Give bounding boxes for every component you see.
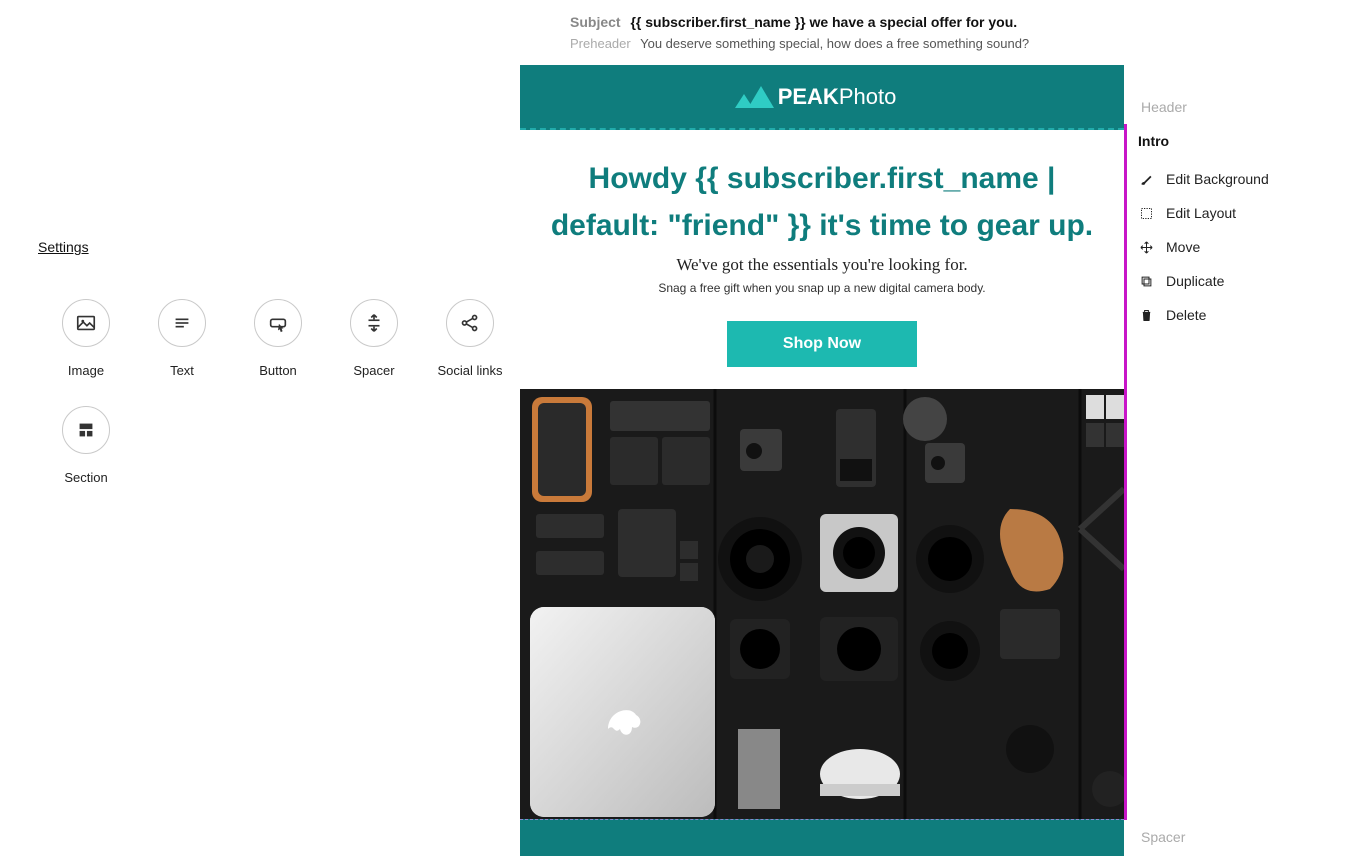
social-icon	[446, 299, 494, 347]
palette-button[interactable]: Button	[230, 299, 326, 378]
intro-headline: Howdy {{ subscriber.first_name | default…	[534, 156, 1110, 249]
duplicate-action[interactable]: Duplicate	[1127, 264, 1370, 298]
preheader-row[interactable]: Preheader You deserve something special,…	[520, 36, 1124, 65]
grid-icon	[1139, 206, 1154, 221]
email-canvas[interactable]: Subject {{ subscriber.first_name }} we h…	[520, 0, 1124, 856]
brush-icon	[1139, 172, 1154, 187]
section-intro-label[interactable]: Intro	[1127, 124, 1370, 158]
palette-section[interactable]: Section	[38, 406, 134, 485]
edit-background-action[interactable]: Edit Background	[1127, 162, 1370, 196]
preheader-label: Preheader	[570, 36, 631, 51]
delete-action[interactable]: Delete	[1127, 298, 1370, 332]
brand-name: PEAKPhoto	[778, 84, 897, 110]
button-icon	[254, 299, 302, 347]
move-action[interactable]: Move	[1127, 230, 1370, 264]
section-header-label[interactable]: Header	[1124, 90, 1370, 124]
palette-image[interactable]: Image	[38, 299, 134, 378]
hero-image-block[interactable]	[520, 389, 1124, 819]
intro-sub: We've got the essentials you're looking …	[534, 255, 1110, 275]
camera-gear-illustration	[520, 389, 1124, 819]
element-palette: Settings Image Text Button Spacer	[0, 0, 520, 856]
section-spacer-label[interactable]: Spacer	[1124, 820, 1370, 854]
image-icon	[62, 299, 110, 347]
preheader-value: You deserve something special, how does …	[640, 36, 1029, 51]
section-icon	[62, 406, 110, 454]
intro-small: Snag a free gift when you snap up a new …	[534, 281, 1110, 295]
spacer-block[interactable]	[520, 819, 1124, 856]
section-inspector: Header Intro Edit Background Edit Layout…	[1124, 0, 1370, 856]
intro-block[interactable]: Howdy {{ subscriber.first_name | default…	[520, 130, 1124, 389]
move-icon	[1139, 240, 1154, 255]
edit-layout-action[interactable]: Edit Layout	[1127, 196, 1370, 230]
trash-icon	[1139, 308, 1154, 323]
settings-link[interactable]: Settings	[38, 239, 89, 255]
spacer-icon	[350, 299, 398, 347]
email-header-block[interactable]: PEAKPhoto	[520, 65, 1124, 130]
logo-mountain-icon	[748, 86, 774, 108]
subject-row[interactable]: Subject {{ subscriber.first_name }} we h…	[520, 0, 1124, 36]
subject-value: {{ subscriber.first_name }} we have a sp…	[630, 14, 1017, 30]
subject-label: Subject	[570, 14, 621, 30]
shop-now-button[interactable]: Shop Now	[727, 321, 917, 367]
palette-text[interactable]: Text	[134, 299, 230, 378]
palette-social[interactable]: Social links	[422, 299, 518, 378]
duplicate-icon	[1139, 274, 1154, 289]
palette-spacer[interactable]: Spacer	[326, 299, 422, 378]
text-icon	[158, 299, 206, 347]
